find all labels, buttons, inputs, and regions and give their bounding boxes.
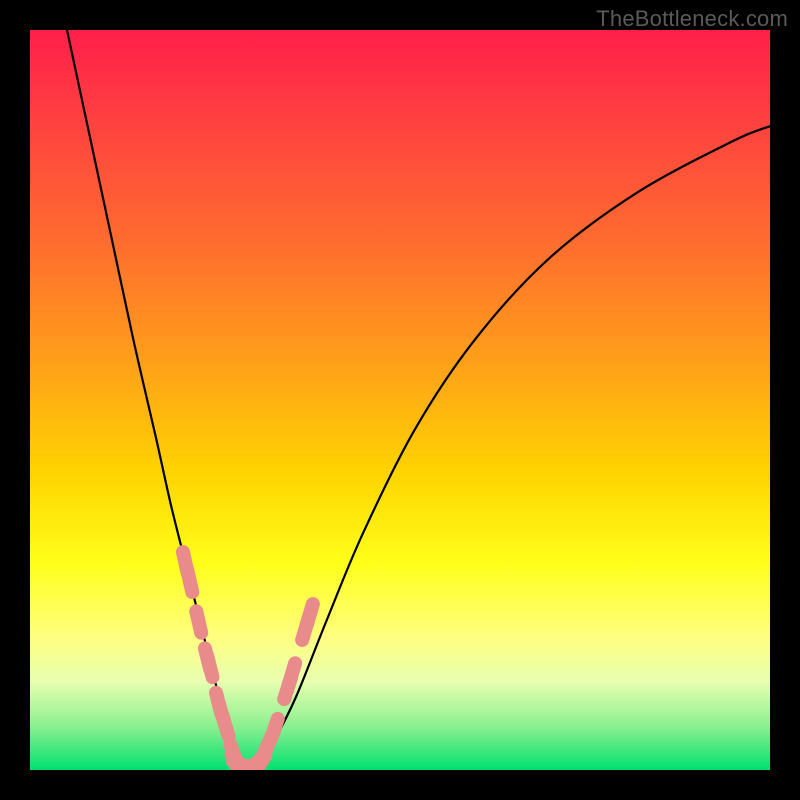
bottleneck-curve	[67, 30, 770, 766]
marker-pill	[187, 571, 192, 592]
marker-pill	[196, 611, 201, 632]
marker-pill	[271, 719, 278, 740]
marker-pill	[207, 656, 212, 677]
highlight-markers	[183, 552, 313, 770]
watermark-text: TheBottleneck.com	[596, 6, 788, 32]
plot-area	[30, 30, 770, 770]
marker-pill	[307, 604, 313, 625]
chart-frame: TheBottleneck.com	[0, 0, 800, 800]
marker-pill	[222, 715, 228, 736]
chart-svg	[30, 30, 770, 770]
marker-pill	[289, 663, 295, 684]
